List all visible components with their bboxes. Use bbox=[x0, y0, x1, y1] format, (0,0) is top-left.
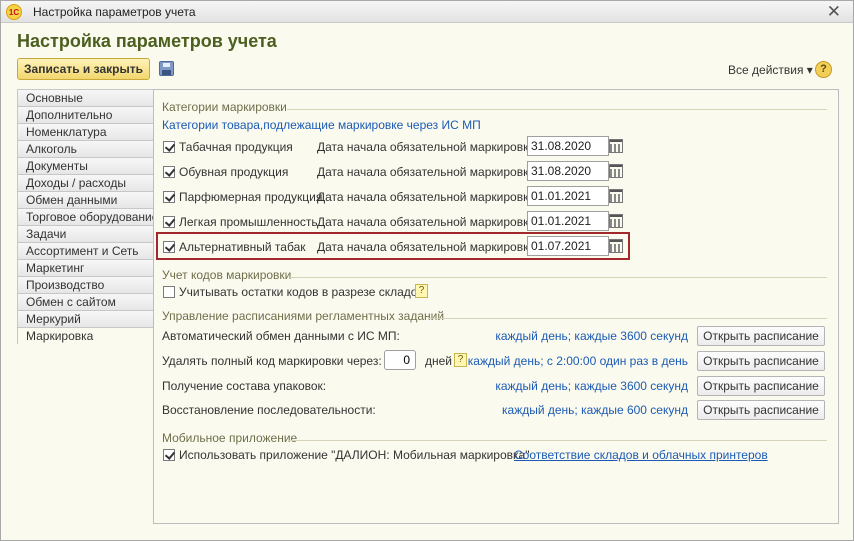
title-bar: 1С Настройка параметров учета ✕ bbox=[1, 1, 853, 23]
calendar-icon[interactable] bbox=[609, 139, 623, 153]
close-icon[interactable]: ✕ bbox=[827, 2, 841, 22]
tab-assortiment-i-set[interactable]: Ассортимент и Сеть bbox=[17, 242, 154, 259]
perfume-checkbox[interactable] bbox=[163, 191, 175, 203]
save-icon[interactable] bbox=[159, 61, 174, 76]
section-divider bbox=[428, 318, 827, 319]
date-label: Дата начала обязательной маркировки: bbox=[317, 140, 539, 154]
tab-nomenklatura[interactable]: Номенклатура bbox=[17, 123, 154, 140]
date-label: Дата начала обязательной маркировки: bbox=[317, 165, 539, 179]
calendar-icon[interactable] bbox=[609, 189, 623, 203]
tab-obmen-s-saytom[interactable]: Обмен с сайтом bbox=[17, 293, 154, 310]
settings-window: 1С Настройка параметров учета ✕ Настройк… bbox=[0, 0, 854, 541]
delete-code-schedule[interactable]: каждый день; с 2:00:00 один раз в день bbox=[468, 354, 688, 368]
days-input[interactable] bbox=[384, 350, 416, 370]
date-label: Дата начала обязательной маркировки: bbox=[317, 190, 539, 204]
perfume-label: Парфюмерная продукция bbox=[179, 190, 323, 204]
tab-proizvodstvo[interactable]: Производство bbox=[17, 276, 154, 293]
tobacco-date-field[interactable] bbox=[527, 136, 609, 156]
tab-dokhody-raskhody[interactable]: Доходы / расходы bbox=[17, 174, 154, 191]
codes-section-title: Учет кодов маркировки bbox=[162, 268, 292, 282]
sequence-restore-schedule[interactable]: каждый день; каждые 600 секунд bbox=[502, 403, 688, 417]
alt-tobacco-label: Альтернативный табак bbox=[179, 240, 306, 254]
perfume-date-field[interactable] bbox=[527, 186, 609, 206]
tab-merkuriy[interactable]: Меркурий bbox=[17, 310, 154, 327]
tab-zadachi[interactable]: Задачи bbox=[17, 225, 154, 242]
shoes-checkbox[interactable] bbox=[163, 166, 175, 178]
date-label: Дата начала обязательной маркировки: bbox=[317, 215, 539, 229]
shoes-date-field[interactable] bbox=[527, 161, 609, 181]
categories-section-title: Категории маркировки bbox=[162, 100, 287, 114]
delete-code-label: Удалять полный код маркировки через: bbox=[162, 354, 382, 368]
section-divider bbox=[290, 277, 827, 278]
mobile-section-title: Мобильное приложение bbox=[162, 431, 298, 445]
tab-dopolnitelno[interactable]: Дополнительно bbox=[17, 106, 154, 123]
open-schedule-button[interactable]: Открыть расписание bbox=[697, 400, 825, 420]
codes-by-warehouse-checkbox[interactable] bbox=[163, 286, 175, 298]
sequence-restore-label: Восстановление последовательности: bbox=[162, 403, 376, 417]
calendar-icon[interactable] bbox=[609, 214, 623, 228]
light-industry-label: Легкая промышленность bbox=[179, 215, 318, 229]
tab-osnovnye[interactable]: Основные bbox=[17, 89, 154, 106]
tobacco-checkbox[interactable] bbox=[163, 141, 175, 153]
date-label: Дата начала обязательной маркировки: bbox=[317, 240, 539, 254]
section-divider bbox=[287, 109, 827, 110]
open-schedule-button[interactable]: Открыть расписание bbox=[697, 376, 825, 396]
open-schedule-button[interactable]: Открыть расписание bbox=[697, 326, 825, 346]
all-actions-menu[interactable]: Все действия ▾ bbox=[728, 63, 813, 77]
categories-subtitle: Категории товара,подлежащие маркировке ч… bbox=[162, 118, 481, 132]
app-logo-icon: 1С bbox=[6, 4, 22, 20]
light-industry-checkbox[interactable] bbox=[163, 216, 175, 228]
tab-dokumenty[interactable]: Документы bbox=[17, 157, 154, 174]
save-and-close-button[interactable]: Записать и закрыть bbox=[17, 58, 150, 80]
auto-exchange-label: Автоматический обмен данными с ИС МП: bbox=[162, 329, 400, 343]
tab-alkogol[interactable]: Алкоголь bbox=[17, 140, 154, 157]
schedules-section-title: Управление расписаниями регламентных зад… bbox=[162, 309, 445, 323]
help-icon[interactable]: ? bbox=[415, 284, 428, 298]
packages-label: Получение состава упаковок: bbox=[162, 379, 327, 393]
tobacco-label: Табачная продукция bbox=[179, 140, 293, 154]
days-unit-label: дней bbox=[425, 354, 453, 368]
mobile-app-checkbox[interactable] bbox=[163, 449, 175, 461]
alt-tobacco-checkbox[interactable] bbox=[163, 241, 175, 253]
tab-obmen-dannymi[interactable]: Обмен данными bbox=[17, 191, 154, 208]
alt-tobacco-date-field[interactable] bbox=[527, 236, 609, 256]
shoes-label: Обувная продукция bbox=[179, 165, 289, 179]
warehouse-printers-link[interactable]: Соответствие складов и облачных принтеро… bbox=[514, 448, 768, 462]
help-icon[interactable]: ? bbox=[815, 61, 832, 78]
light-industry-date-field[interactable] bbox=[527, 211, 609, 231]
tab-torgovoe-oborudovanie[interactable]: Торговое оборудование bbox=[17, 208, 154, 225]
calendar-icon[interactable] bbox=[609, 239, 623, 253]
tab-marketing[interactable]: Маркетинг bbox=[17, 259, 154, 276]
mobile-app-label: Использовать приложение "ДАЛИОН: Мобильн… bbox=[179, 448, 530, 462]
markirovka-panel: Категории маркировки Категории товара,по… bbox=[153, 89, 839, 524]
section-divider bbox=[289, 440, 827, 441]
calendar-icon[interactable] bbox=[609, 164, 623, 178]
packages-schedule[interactable]: каждый день; каждые 3600 секунд bbox=[495, 379, 688, 393]
window-title: Настройка параметров учета bbox=[33, 5, 196, 19]
help-icon[interactable]: ? bbox=[454, 353, 467, 367]
open-schedule-button[interactable]: Открыть расписание bbox=[697, 351, 825, 371]
page-title: Настройка параметров учета bbox=[17, 31, 277, 51]
settings-tabs: Основные Дополнительно Номенклатура Алко… bbox=[17, 89, 154, 344]
codes-by-warehouse-label: Учитывать остатки кодов в разрезе складо… bbox=[179, 285, 424, 299]
auto-exchange-schedule[interactable]: каждый день; каждые 3600 секунд bbox=[495, 329, 688, 343]
tab-markirovka[interactable]: Маркировка bbox=[17, 327, 154, 344]
